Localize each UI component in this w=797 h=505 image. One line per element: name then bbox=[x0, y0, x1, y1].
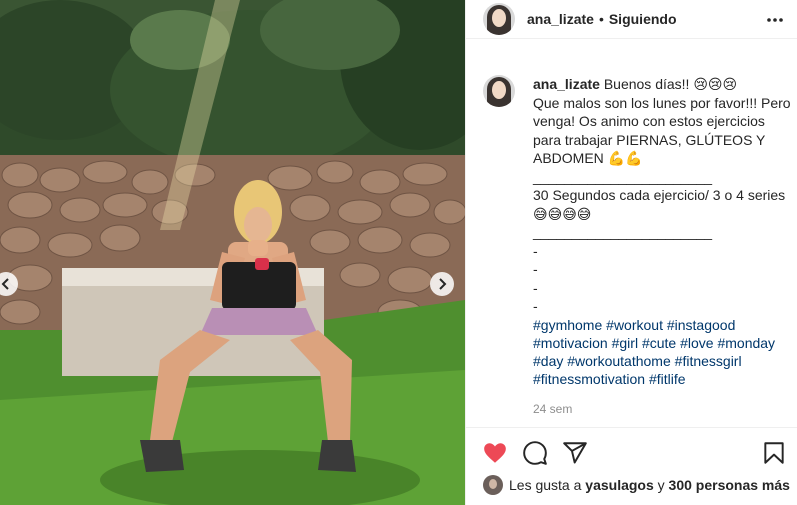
caption-block: ana_lizate Buenos días!! 😢😢😢 Que malos s… bbox=[483, 75, 791, 416]
more-horizontal-icon bbox=[767, 18, 783, 22]
hashtag[interactable]: #love bbox=[680, 335, 713, 351]
author-avatar[interactable] bbox=[483, 3, 515, 35]
post-media[interactable] bbox=[0, 0, 465, 505]
post-timestamp[interactable]: 24 sem bbox=[533, 402, 791, 416]
hashtag[interactable]: #fitnessgirl bbox=[675, 353, 742, 369]
comment-icon bbox=[523, 441, 547, 465]
caption-text: ana_lizate Buenos días!! 😢😢😢 Que malos s… bbox=[533, 75, 791, 316]
author-username[interactable]: ana_lizate bbox=[527, 11, 594, 27]
chevron-left-icon bbox=[1, 278, 9, 290]
liker-username[interactable]: yasulagos bbox=[585, 477, 653, 493]
hashtag[interactable]: #fitnessmotivation bbox=[533, 371, 645, 387]
carousel-next-button[interactable] bbox=[430, 272, 454, 296]
likes-conjunction: y bbox=[657, 477, 665, 493]
hashtag[interactable]: #girl bbox=[612, 335, 638, 351]
like-button[interactable] bbox=[482, 440, 508, 466]
post-details-panel: ana_lizate • Siguiendo ana_lizate Buenos… bbox=[465, 0, 797, 505]
caption-author-avatar[interactable] bbox=[483, 75, 515, 107]
chevron-right-icon bbox=[439, 278, 447, 290]
hashtag-list: #gymhome #workout #instagood #motivacion… bbox=[533, 316, 791, 388]
hashtag[interactable]: #fitlife bbox=[649, 371, 686, 387]
workout-video-frame bbox=[0, 0, 465, 505]
save-button[interactable] bbox=[761, 440, 787, 466]
bookmark-icon bbox=[764, 442, 784, 464]
share-icon bbox=[563, 442, 587, 464]
hashtag[interactable]: #gymhome bbox=[533, 317, 602, 333]
likes-summary: Les gusta a yasulagos y 300 personas más bbox=[483, 475, 790, 495]
liker-avatar[interactable] bbox=[483, 475, 503, 495]
hashtag[interactable]: #instagood bbox=[667, 317, 736, 333]
post-header: ana_lizate • Siguiendo bbox=[466, 0, 797, 39]
heart-filled-icon bbox=[484, 443, 506, 463]
hashtag[interactable]: #day bbox=[533, 353, 563, 369]
caption-body: Buenos días!! 😢😢😢 Que malos son los lune… bbox=[533, 76, 791, 314]
comment-button[interactable] bbox=[522, 440, 548, 466]
hashtag[interactable]: #monday bbox=[717, 335, 775, 351]
likes-prefix: Les gusta a bbox=[509, 477, 582, 493]
action-bar bbox=[466, 427, 797, 476]
hashtag[interactable]: #cute bbox=[642, 335, 676, 351]
following-button[interactable]: Siguiendo bbox=[609, 11, 677, 27]
likes-others-link[interactable]: 300 personas más bbox=[669, 477, 790, 493]
more-options-button[interactable] bbox=[766, 10, 784, 24]
hashtag[interactable]: #motivacion bbox=[533, 335, 608, 351]
caption-username[interactable]: ana_lizate bbox=[533, 76, 600, 92]
hashtag[interactable]: #workout bbox=[606, 317, 663, 333]
share-button[interactable] bbox=[562, 440, 588, 466]
header-separator: • bbox=[598, 11, 604, 27]
hashtag[interactable]: #workoutathome bbox=[567, 353, 671, 369]
